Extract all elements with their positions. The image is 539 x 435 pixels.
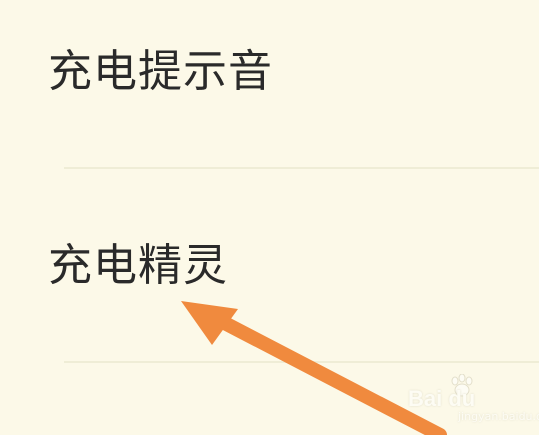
list-divider bbox=[64, 361, 539, 363]
settings-list: 充电提示音 充电精灵 bbox=[0, 0, 539, 435]
settings-item-label: 充电提示音 bbox=[48, 46, 273, 97]
settings-item-charging-sprite[interactable]: 充电精灵 bbox=[0, 170, 539, 362]
list-divider bbox=[64, 167, 539, 169]
settings-item-charging-sound[interactable]: 充电提示音 bbox=[0, 0, 539, 168]
settings-item-label: 充电精灵 bbox=[48, 240, 228, 291]
